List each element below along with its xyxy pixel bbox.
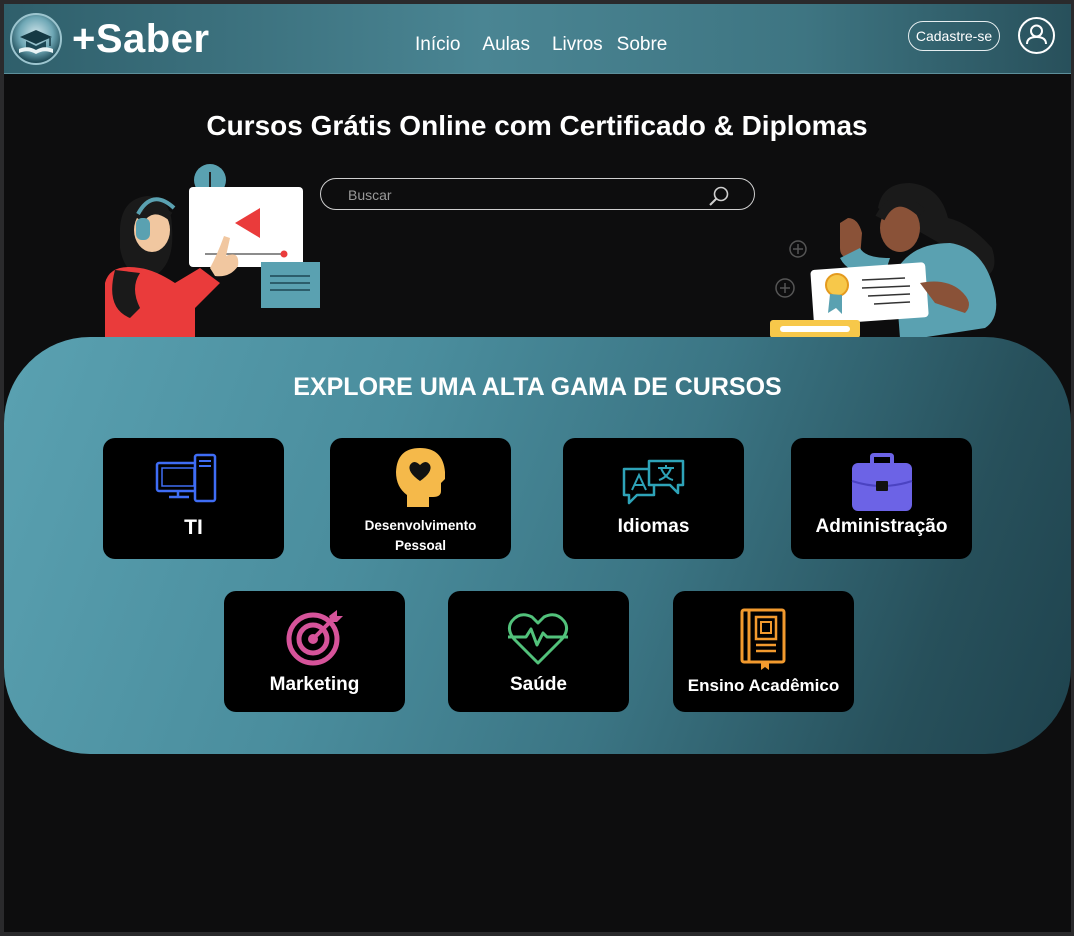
heart-pulse-icon bbox=[507, 613, 569, 665]
computer-icon bbox=[155, 453, 217, 503]
brand-logo[interactable]: +Saber bbox=[10, 13, 210, 65]
nav-link-inicio[interactable]: Início bbox=[415, 34, 460, 56]
hero-title: Cursos Grátis Online com Certificado & D… bbox=[206, 110, 868, 141]
courses-title: EXPLORE UMA ALTA GAMA DE CURSOS bbox=[293, 373, 782, 401]
course-label-desenvolvimento-pessoal: Desenvolvimento Pessoal bbox=[364, 518, 477, 553]
nav-link-sobre[interactable]: Sobre bbox=[617, 34, 668, 56]
nav-link-aulas[interactable]: Aulas bbox=[482, 34, 530, 56]
translate-icon bbox=[622, 459, 685, 505]
course-card-ensino-academico[interactable]: Ensino Acadêmico bbox=[673, 591, 854, 712]
course-label-saude: Saúde bbox=[509, 674, 568, 695]
top-navbar: +Saber Início Aulas Livros Sobre Cadastr… bbox=[4, 4, 1071, 74]
user-account-button[interactable] bbox=[1018, 17, 1055, 54]
nav-link-livros[interactable]: Livros bbox=[552, 34, 603, 56]
course-card-desenvolvimento-pessoal[interactable]: Desenvolvimento Pessoal bbox=[330, 438, 511, 559]
search-icon[interactable] bbox=[707, 184, 731, 208]
course-label-ensino-academico: Ensino Acadêmico bbox=[687, 676, 840, 695]
briefcase-icon bbox=[851, 453, 913, 511]
course-card-idiomas[interactable]: Idiomas bbox=[563, 438, 744, 559]
main-nav: Início Aulas Livros Sobre bbox=[415, 34, 689, 56]
course-label-idiomas: Idiomas bbox=[617, 516, 690, 537]
user-icon bbox=[1026, 24, 1047, 45]
head-heart-icon bbox=[396, 448, 445, 507]
course-card-ti[interactable]: TI bbox=[103, 438, 284, 559]
course-label-ti: TI bbox=[184, 516, 203, 539]
course-card-marketing[interactable]: Marketing bbox=[224, 591, 405, 712]
course-card-saude[interactable]: Saúde bbox=[448, 591, 629, 712]
courses-panel: EXPLORE UMA ALTA GAMA DE CURSOS TI Desen… bbox=[4, 337, 1071, 754]
course-label-marketing: Marketing bbox=[269, 674, 360, 695]
course-card-administracao[interactable]: Administração bbox=[791, 438, 972, 559]
search-input[interactable] bbox=[346, 179, 710, 211]
book-icon bbox=[740, 608, 786, 670]
course-label-administracao: Administração bbox=[815, 516, 948, 537]
student-certificate-illustration bbox=[770, 183, 997, 338]
student-video-illustration bbox=[105, 164, 320, 338]
signup-button[interactable]: Cadastre-se bbox=[908, 21, 1000, 51]
brand-name: +Saber bbox=[72, 16, 210, 61]
target-icon bbox=[286, 610, 343, 666]
search-bar bbox=[320, 178, 755, 211]
graduation-book-logo-icon bbox=[10, 13, 62, 65]
